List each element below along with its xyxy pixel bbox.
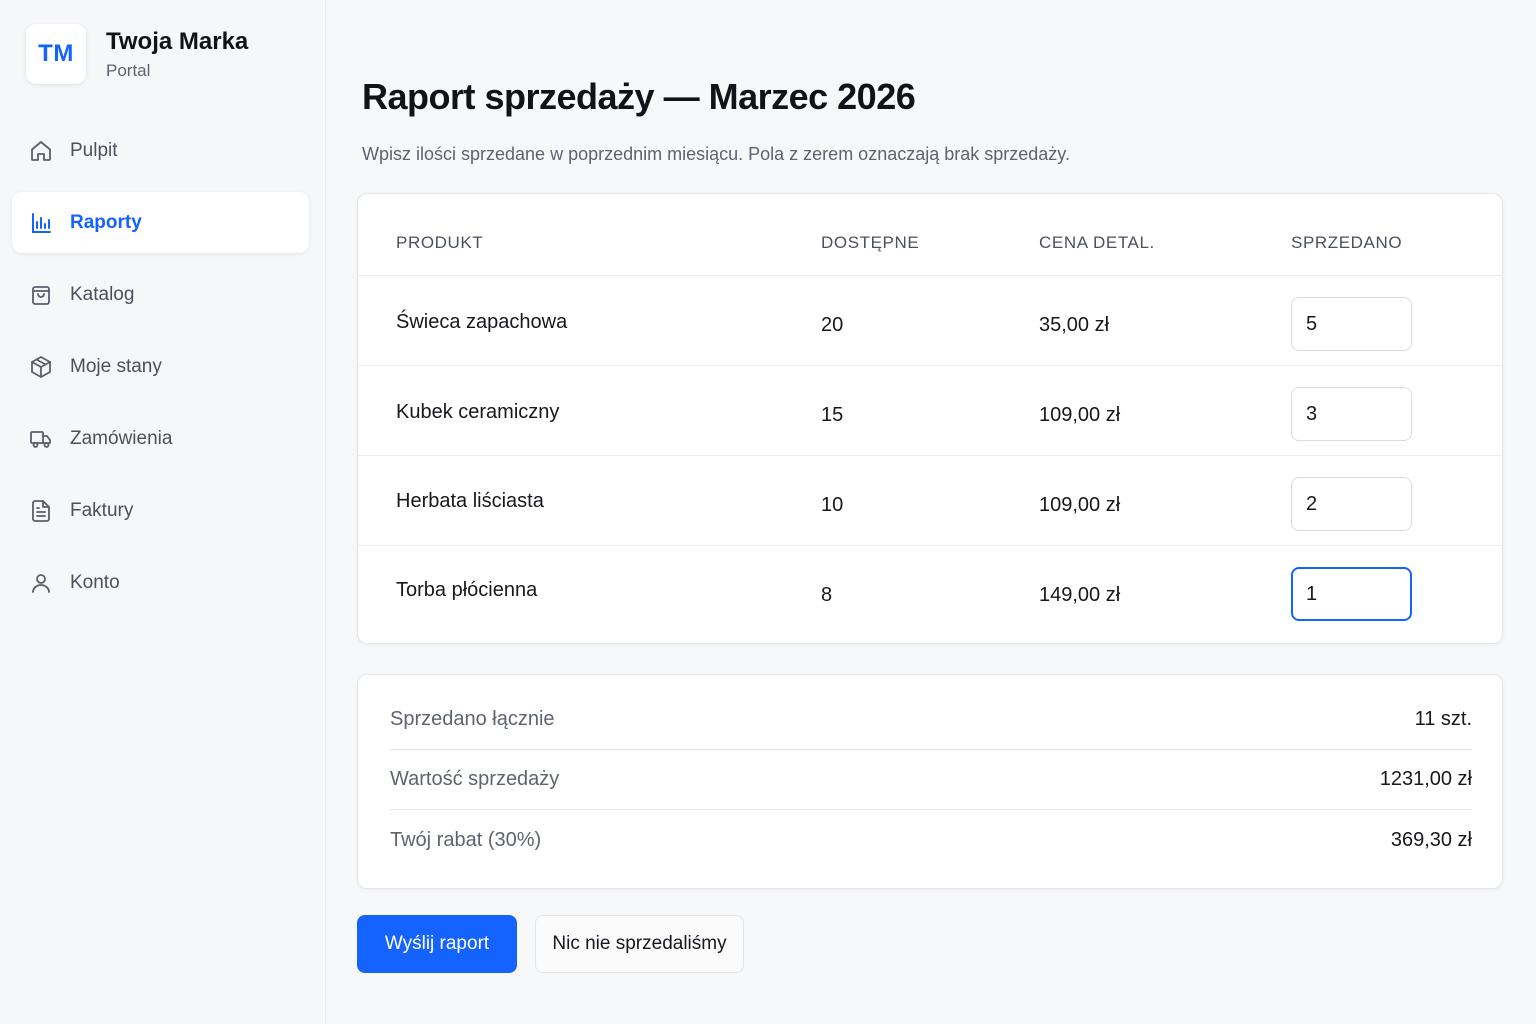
table-row: Świeca zapachowa 20 35,00 zł xyxy=(358,276,1502,366)
shopping-bag-icon xyxy=(28,282,54,308)
sidebar-item-konto[interactable]: Konto xyxy=(12,552,309,613)
sidebar-item-faktury[interactable]: Faktury xyxy=(12,480,309,541)
brand-logo: TM xyxy=(26,24,86,84)
sidebar-item-label: Moje stany xyxy=(70,355,162,377)
brand-subtitle: Portal xyxy=(106,61,151,80)
box-icon xyxy=(28,354,54,380)
table-row: Torba płócienna 8 149,00 zł xyxy=(358,546,1502,636)
summary-value: 1231,00 zł xyxy=(1379,768,1472,790)
summary-row-sales-value: Wartość sprzedaży 1231,00 zł xyxy=(390,750,1472,810)
submit-report-button[interactable]: Wyślij raport xyxy=(357,915,517,973)
summary-label: Twój rabat (30%) xyxy=(390,828,542,851)
sales-table: PRODUKT DOSTĘPNE CENA DETAL. SPRZEDANO Ś… xyxy=(357,193,1503,644)
sidebar-item-raporty[interactable]: Raporty xyxy=(12,192,309,253)
product-name: Torba płócienna xyxy=(396,579,538,601)
summary-label: Wartość sprzedaży xyxy=(390,768,560,790)
summary-label: Sprzedano łącznie xyxy=(390,708,555,730)
summary-row-discount: Twój rabat (30%) 369,30 zł xyxy=(390,810,1472,870)
column-header-sold: SPRZEDANO xyxy=(1291,233,1403,252)
sidebar-item-pulpit[interactable]: Pulpit xyxy=(12,120,309,181)
retail-price: 35,00 zł xyxy=(1039,314,1110,336)
file-text-icon xyxy=(28,498,54,524)
sidebar-item-label: Faktury xyxy=(70,499,134,521)
available-qty: 10 xyxy=(821,494,844,516)
table-row: Kubek ceramiczny 15 109,00 zł xyxy=(358,366,1502,456)
column-header-available: DOSTĘPNE xyxy=(821,233,920,252)
sidebar-item-moje-stany[interactable]: Moje stany xyxy=(12,336,309,397)
available-qty: 20 xyxy=(821,314,844,336)
sidebar-item-label: Zamówienia xyxy=(70,427,173,449)
summary-value: 369,30 zł xyxy=(1390,828,1472,851)
column-header-product: PRODUKT xyxy=(396,233,484,252)
retail-price: 109,00 zł xyxy=(1039,494,1121,516)
summary-row-total-qty: Sprzedano łącznie 11 szt. xyxy=(390,690,1472,750)
sold-qty-input[interactable] xyxy=(1291,567,1412,621)
page-subtitle: Wpisz ilości sprzedane w poprzednim mies… xyxy=(362,144,1070,164)
brand: TM Twoja Marka Portal xyxy=(26,24,248,84)
sidebar-nav: Pulpit Raporty Katalog Moje stany Zamówi… xyxy=(12,120,309,624)
available-qty: 8 xyxy=(821,584,833,606)
brand-name: Twoja Marka xyxy=(106,28,249,55)
available-qty: 15 xyxy=(821,404,844,426)
sidebar-item-label: Pulpit xyxy=(70,139,118,161)
sold-qty-input[interactable] xyxy=(1291,297,1412,351)
home-icon xyxy=(28,138,54,164)
truck-icon xyxy=(28,426,54,452)
sidebar-item-zamowienia[interactable]: Zamówienia xyxy=(12,408,309,469)
summary-card: Sprzedano łącznie 11 szt. Wartość sprzed… xyxy=(357,674,1503,889)
sold-qty-input[interactable] xyxy=(1291,477,1412,531)
no-sales-button[interactable]: Nic nie sprzedaliśmy xyxy=(535,915,744,973)
sidebar-item-katalog[interactable]: Katalog xyxy=(12,264,309,325)
product-name: Herbata liściasta xyxy=(396,490,544,512)
sidebar-item-label: Konto xyxy=(70,571,120,593)
retail-price: 109,00 zł xyxy=(1039,404,1121,426)
table-header: PRODUKT DOSTĘPNE CENA DETAL. SPRZEDANO xyxy=(358,194,1502,276)
product-name: Kubek ceramiczny xyxy=(396,401,560,423)
sidebar-item-label: Katalog xyxy=(70,283,135,305)
summary-value: 11 szt. xyxy=(1414,708,1472,730)
page-title: Raport sprzedaży — Marzec 2026 xyxy=(362,76,916,117)
user-icon xyxy=(28,570,54,596)
column-header-price: CENA DETAL. xyxy=(1039,233,1155,252)
sidebar-item-label: Raporty xyxy=(70,211,142,233)
sold-qty-input[interactable] xyxy=(1291,387,1412,441)
retail-price: 149,00 zł xyxy=(1039,584,1121,606)
bar-chart-icon xyxy=(28,210,54,236)
table-row: Herbata liściasta 10 109,00 zł xyxy=(358,456,1502,546)
sidebar: TM Twoja Marka Portal Pulpit Raporty Kat… xyxy=(0,0,326,1024)
product-name: Świeca zapachowa xyxy=(396,311,568,333)
